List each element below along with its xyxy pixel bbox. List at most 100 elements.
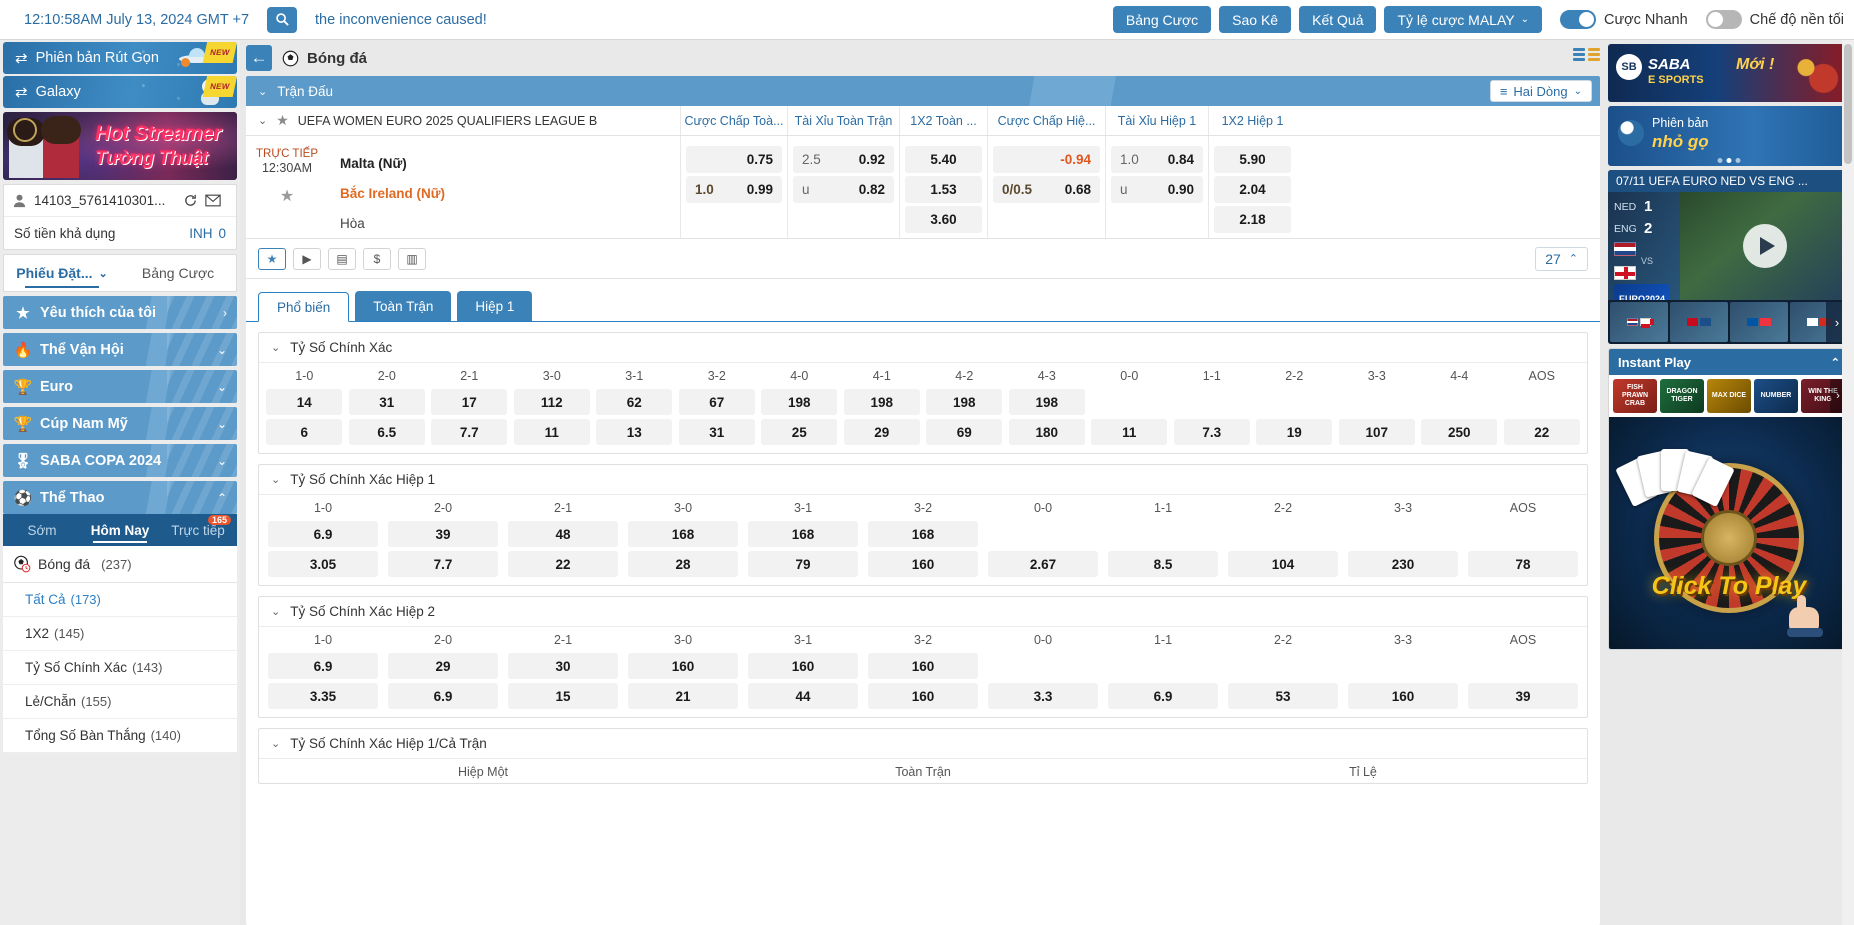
odds-cell-hdp-ft-home[interactable]: 0.75 [686,146,782,173]
odds-cell-away[interactable]: 230 [1348,551,1458,577]
odds-cell-away[interactable]: 250 [1421,419,1497,445]
carousel-dot[interactable] [1718,158,1723,163]
odds-cell-home[interactable]: 168 [748,521,858,547]
odds-cell-1x2-ft-draw[interactable]: 3.60 [905,206,982,233]
odds-cell-away[interactable]: 160 [868,683,978,709]
odds-cell-home[interactable]: 67 [679,389,755,415]
chevron-down-icon[interactable]: ⌄ [271,473,280,486]
sidebar-market-1x2[interactable]: 1X2 (145) [3,617,237,651]
video-player[interactable] [1680,192,1850,300]
sidebar-market-total-goals[interactable]: Tổng Số Bàn Thắng (140) [3,719,237,753]
results-button[interactable]: Kết Quả [1299,6,1376,33]
odds-cell-home[interactable]: 160 [868,653,978,679]
back-arrow-icon[interactable]: ← [246,45,272,71]
odds-cell-1x2-ft-away[interactable]: 1.53 [905,176,982,203]
video-thumb[interactable] [1610,302,1668,342]
odds-cell-hdp-h1-home[interactable]: -0.94 [993,146,1100,173]
odds-cell-away[interactable]: 11 [1091,419,1167,445]
mobile-version-banner[interactable]: Phiên bản nhỏ gọ [1608,106,1850,166]
odds-cell-away[interactable]: 6.9 [388,683,498,709]
odds-cell-home[interactable]: 6.9 [268,653,378,679]
odds-cell-1x2-ft-home[interactable]: 5.40 [905,146,982,173]
odds-cell-home[interactable]: 39 [388,521,498,547]
odds-cell-away[interactable]: 29 [844,419,920,445]
odds-cell-home[interactable]: 29 [388,653,498,679]
odds-cell-away[interactable]: 3.3 [988,683,1098,709]
promo-galaxy[interactable]: ⇄ Galaxy NEW [3,76,237,108]
odds-cell-home[interactable]: 168 [628,521,738,547]
tab-today[interactable]: Hôm Nay [81,514,159,546]
odds-cell-away[interactable]: 21 [628,683,738,709]
odds-cell-home[interactable]: 160 [628,653,738,679]
chevron-down-icon[interactable]: ⌄ [271,341,280,354]
odds-cell-away[interactable]: 180 [1009,419,1085,445]
odds-cell-home[interactable]: 31 [349,389,425,415]
odds-cell-away[interactable]: 6 [266,419,342,445]
odds-cell-ou-ft-under[interactable]: u 0.82 [793,176,894,203]
odds-cell-away[interactable]: 79 [748,551,858,577]
tab-bet-list[interactable]: Bảng Cược [120,255,236,291]
carousel-dot-active[interactable] [1727,158,1732,163]
odds-cell-home[interactable]: 6.9 [268,521,378,547]
play-icon[interactable] [1743,224,1787,268]
sidebar-item-saba-copa[interactable]: 🎖 SABA COPA 2024 ⌄ [3,444,237,477]
tab-bet-slip[interactable]: Phiếu Đặt... ⌄ [4,255,120,291]
bet-list-button[interactable]: Bảng Cược [1113,6,1211,33]
odds-cell-away[interactable]: 22 [508,551,618,577]
odds-cell-away[interactable]: 7.7 [431,419,507,445]
chevron-down-icon[interactable]: ⌄ [271,737,280,750]
odds-cell-ou-h1-over[interactable]: 1.0 0.84 [1111,146,1203,173]
odds-cell-away[interactable]: 6.5 [349,419,425,445]
odds-cell-home[interactable]: 30 [508,653,618,679]
odds-type-select[interactable]: Tỷ lệ cược MALAY ⌄ [1384,6,1541,33]
odds-cell-hdp-ft-away[interactable]: 1.0 0.99 [686,176,782,203]
sidebar-item-copa-america[interactable]: 🏆 Cúp Nam Mỹ ⌄ [3,407,237,440]
odds-cell-away[interactable]: 7.3 [1174,419,1250,445]
play-icon[interactable]: ▶ [293,248,321,270]
instant-play-game-tile[interactable]: MAX DICE [1707,379,1751,413]
odds-cell-home[interactable]: 112 [514,389,590,415]
odds-cell-away[interactable]: 2.67 [988,551,1098,577]
search-icon[interactable] [267,7,297,33]
odds-cell-ou-h1-under[interactable]: u 0.90 [1111,176,1203,203]
odds-cell-away[interactable]: 78 [1468,551,1578,577]
cash-icon[interactable]: $ [363,248,391,270]
odds-cell-away[interactable]: 8.5 [1108,551,1218,577]
odds-cell-away[interactable]: 69 [926,419,1002,445]
sidebar-market-all[interactable]: Tất Cả (173) [3,583,237,617]
dark-mode-toggle[interactable] [1706,10,1742,29]
hot-streamer-banner[interactable]: Hot Streamer Tường Thuật [3,112,237,180]
odds-cell-home[interactable]: 14 [266,389,342,415]
row-layout-select[interactable]: ≡ Hai Dòng ⌄ [1490,80,1592,102]
odds-cell-away[interactable]: 39 [1468,683,1578,709]
odds-cell-home[interactable]: 17 [431,389,507,415]
odds-cell-away[interactable]: 31 [679,419,755,445]
refresh-icon[interactable] [183,193,198,208]
odds-cell-away[interactable]: 22 [1504,419,1580,445]
odds-cell-away[interactable]: 53 [1228,683,1338,709]
odds-cell-home[interactable]: 198 [1009,389,1085,415]
tab-early[interactable]: Sớm [3,514,81,546]
sidebar-market-odd-even[interactable]: Lẻ/Chẵn (155) [3,685,237,719]
odds-cell-away[interactable]: 160 [1348,683,1458,709]
page-scrollbar[interactable] [1842,40,1854,925]
odds-cell-away[interactable]: 28 [628,551,738,577]
odds-cell-home[interactable]: 168 [868,521,978,547]
video-thumb[interactable] [1730,302,1788,342]
odds-cell-away[interactable]: 11 [514,419,590,445]
list-view-icon[interactable] [1573,48,1585,68]
odds-cell-1x2-h1-draw[interactable]: 2.18 [1214,206,1291,233]
instant-play-game-tile[interactable]: DRAGON TIGER [1660,379,1704,413]
statement-button[interactable]: Sao Kê [1219,6,1291,33]
chevron-down-icon[interactable]: ⌄ [258,114,267,127]
odds-cell-1x2-h1-away[interactable]: 2.04 [1214,176,1291,203]
odds-cell-away[interactable]: 3.35 [268,683,378,709]
market-count-box[interactable]: 27 ⌃ [1535,247,1588,271]
odds-cell-away[interactable]: 7.7 [388,551,498,577]
instant-play-game-tile[interactable]: NUMBER [1754,379,1798,413]
odds-cell-away[interactable]: 3.05 [268,551,378,577]
odds-cell-away[interactable]: 104 [1228,551,1338,577]
sidebar-item-olympics[interactable]: 🔥 Thể Vận Hội ⌄ [3,333,237,366]
odds-cell-1x2-h1-home[interactable]: 5.90 [1214,146,1291,173]
odds-cell-away[interactable]: 25 [761,419,837,445]
